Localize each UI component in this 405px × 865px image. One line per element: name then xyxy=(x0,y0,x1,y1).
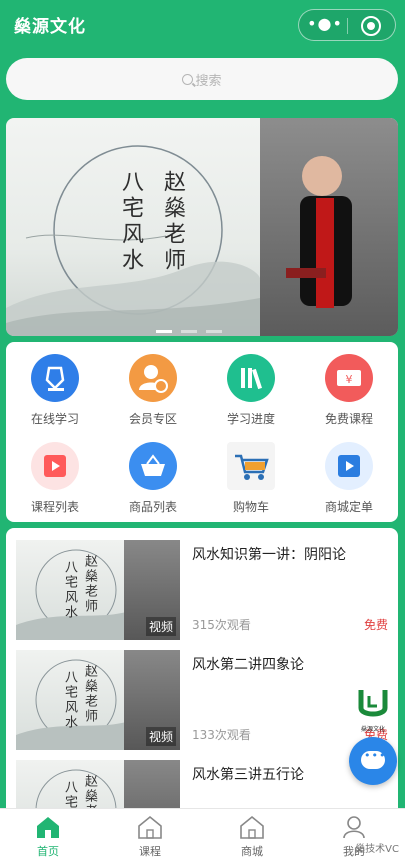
course-title: 风水第二讲四象论 xyxy=(192,657,304,673)
grid-label: 商品列表 xyxy=(128,500,177,514)
brand-logo: 燊源文化 xyxy=(355,686,391,733)
home-icon xyxy=(35,815,61,839)
books-icon xyxy=(227,354,275,402)
search-bar[interactable]: 搜索 xyxy=(6,58,398,100)
grid-item-online-learning[interactable]: 在线学习 xyxy=(6,354,104,427)
course-title: 风水第三讲五行论 xyxy=(192,767,304,783)
more-dots-icon[interactable]: •●• xyxy=(307,10,343,40)
grid-label: 在线学习 xyxy=(30,412,79,426)
chat-button[interactable] xyxy=(349,737,397,785)
svg-text:¥: ¥ xyxy=(346,373,353,386)
home-icon xyxy=(239,815,265,839)
thumb-title-right: 赵燊老师 xyxy=(82,664,97,724)
list-item[interactable]: 八宅风水 赵燊老师 视频 风水第二讲四象论 133次观看 免费 xyxy=(16,650,388,750)
app-title: 燊源文化 xyxy=(14,17,86,37)
tab-mall[interactable]: 商城 xyxy=(212,815,292,859)
course-thumbnail: 八宅风水 赵燊老师 视频 xyxy=(16,540,180,640)
basket-icon xyxy=(129,442,177,490)
tab-label: 商城 xyxy=(241,845,263,858)
teacher-figure xyxy=(286,156,352,308)
list-item[interactable]: 八宅风水 赵燊老师 视频 风水知识第一讲：阴阳论 315次观看 免费 xyxy=(16,540,388,640)
tab-courses[interactable]: 课程 xyxy=(110,815,190,859)
grid-item-shopping-cart[interactable]: 购物车 xyxy=(202,442,300,515)
user-icon xyxy=(341,815,367,839)
carousel-indicator xyxy=(156,318,246,333)
video-play-icon xyxy=(31,442,79,490)
price-badge: 免费 xyxy=(363,618,388,632)
grid-label: 课程列表 xyxy=(30,500,79,514)
course-list: 八宅风水 赵燊老师 视频 风水知识第一讲：阴阳论 315次观看 免费 八宅风水 … xyxy=(6,528,398,818)
bottom-tab-bar: 首页 课程 商城 我的 燊技术VC xyxy=(0,808,405,865)
course-thumbnail: 八宅风水 赵燊老师 视频 xyxy=(16,650,180,750)
thumb-title-left: 八宅风水 xyxy=(62,560,77,620)
video-tag: 视频 xyxy=(145,617,176,636)
grid-item-course-list[interactable]: 课程列表 xyxy=(6,442,104,515)
search-placeholder: 搜索 xyxy=(195,73,222,89)
feature-grid: 在线学习 会员专区 学习进度 ¥ 免费课程 课程列表 商品列表 购物车 商城定单 xyxy=(6,342,398,522)
grid-item-mall-orders[interactable]: 商城定单 xyxy=(300,442,398,515)
mini-program-capsule: •●• xyxy=(298,9,396,41)
banner-title-right: 赵燊老师 xyxy=(160,170,185,274)
thumb-title-left: 八宅 xyxy=(62,780,77,810)
member-icon xyxy=(129,354,177,402)
video-tag: 视频 xyxy=(145,727,176,746)
tab-home[interactable]: 首页 xyxy=(8,815,88,859)
watermark: 燊技术VC xyxy=(355,844,399,855)
pen-nib-icon xyxy=(31,354,79,402)
thumb-title-left: 八宅风水 xyxy=(62,670,77,730)
banner-carousel[interactable]: 八宅风水 赵燊老师 xyxy=(6,118,398,336)
grid-label: 购物车 xyxy=(232,500,269,514)
title-bar: 燊源文化 •●• xyxy=(0,0,405,52)
coupon-icon: ¥ xyxy=(325,354,373,402)
logo-caption: 燊源文化 xyxy=(360,726,385,733)
course-title: 风水知识第一讲：阴阳论 xyxy=(192,547,346,563)
play-square-icon xyxy=(325,442,373,490)
thumb-title-right: 赵燊老师 xyxy=(82,554,97,614)
search-icon xyxy=(182,73,194,85)
banner-title-left: 八宅风水 xyxy=(118,170,143,274)
grid-item-free-courses[interactable]: ¥ 免费课程 xyxy=(300,354,398,427)
capsule-divider xyxy=(347,18,348,34)
grid-item-product-list[interactable]: 商品列表 xyxy=(104,442,202,515)
tab-label: 课程 xyxy=(139,845,161,858)
grid-item-member-zone[interactable]: 会员专区 xyxy=(104,354,202,427)
grid-label: 商城定单 xyxy=(324,500,373,514)
grid-item-study-progress[interactable]: 学习进度 xyxy=(202,354,300,427)
close-target-icon[interactable] xyxy=(361,16,381,36)
grid-label: 学习进度 xyxy=(226,412,275,426)
tab-label: 首页 xyxy=(37,845,59,858)
view-count: 315次观看 xyxy=(192,618,251,632)
cart-icon xyxy=(227,442,275,490)
grid-label: 免费课程 xyxy=(324,412,373,426)
home-icon xyxy=(137,815,163,839)
grid-label: 会员专区 xyxy=(128,412,177,426)
chat-bubble-icon xyxy=(361,749,386,769)
view-count: 133次观看 xyxy=(192,728,251,742)
teacher-photo xyxy=(260,118,398,336)
